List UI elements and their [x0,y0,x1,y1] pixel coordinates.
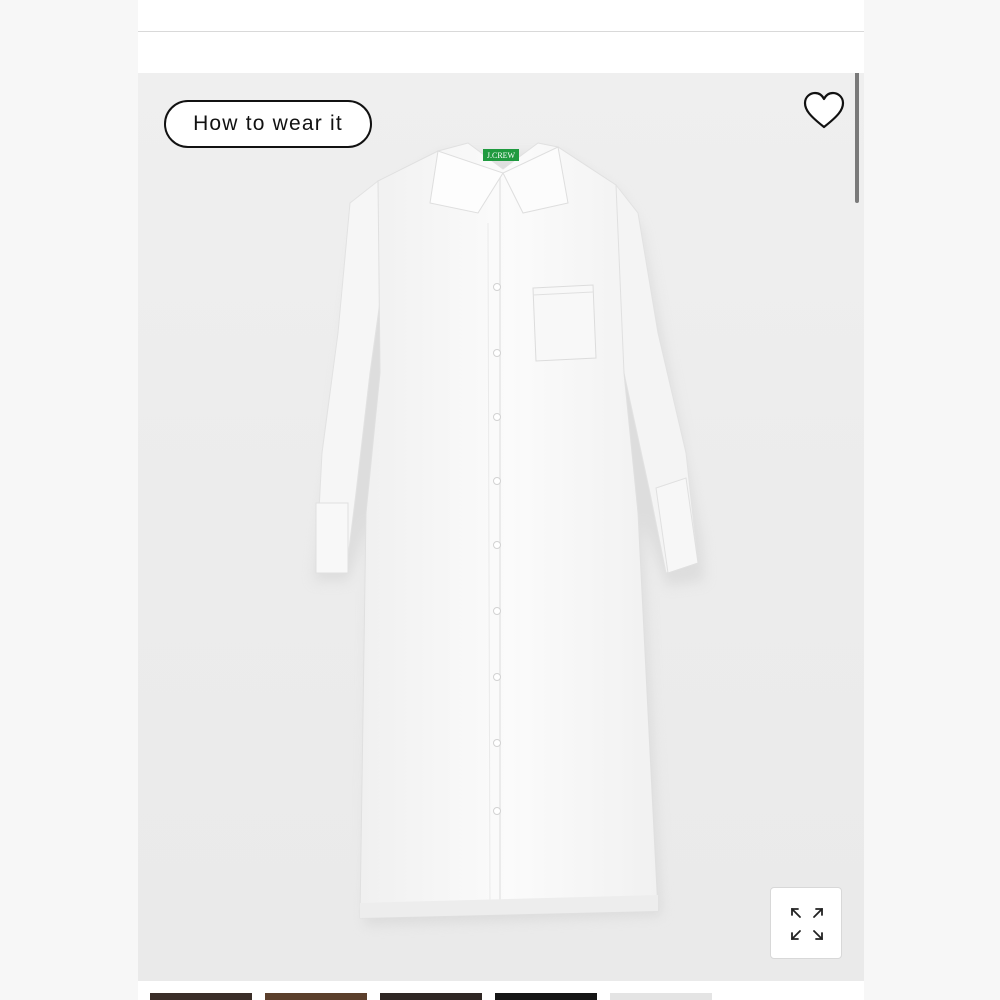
scrollbar[interactable] [855,73,859,203]
thumbnail-4[interactable] [495,993,597,1000]
left-margin [0,0,138,1000]
heart-icon[interactable] [802,91,846,131]
thumbnail-2[interactable] [265,993,367,1000]
right-margin [864,0,1000,1000]
thumbnail-strip [138,993,864,1000]
thumbnail-5[interactable] [610,993,712,1000]
expand-image-button[interactable] [770,887,842,959]
brand-tag: J.CREW [487,151,516,160]
thumbnail-1[interactable] [150,993,252,1000]
product-image-area[interactable]: J.CREW How to wear it [138,73,864,981]
how-to-wear-label: How to wear it [193,112,343,135]
thumbnail-3[interactable] [380,993,482,1000]
product-image-shirt-dress: J.CREW [314,142,704,926]
product-page: J.CREW How to wear it [138,0,864,1000]
how-to-wear-button[interactable]: How to wear it [164,100,372,148]
top-bar [138,0,864,32]
expand-arrows-icon [791,908,823,940]
